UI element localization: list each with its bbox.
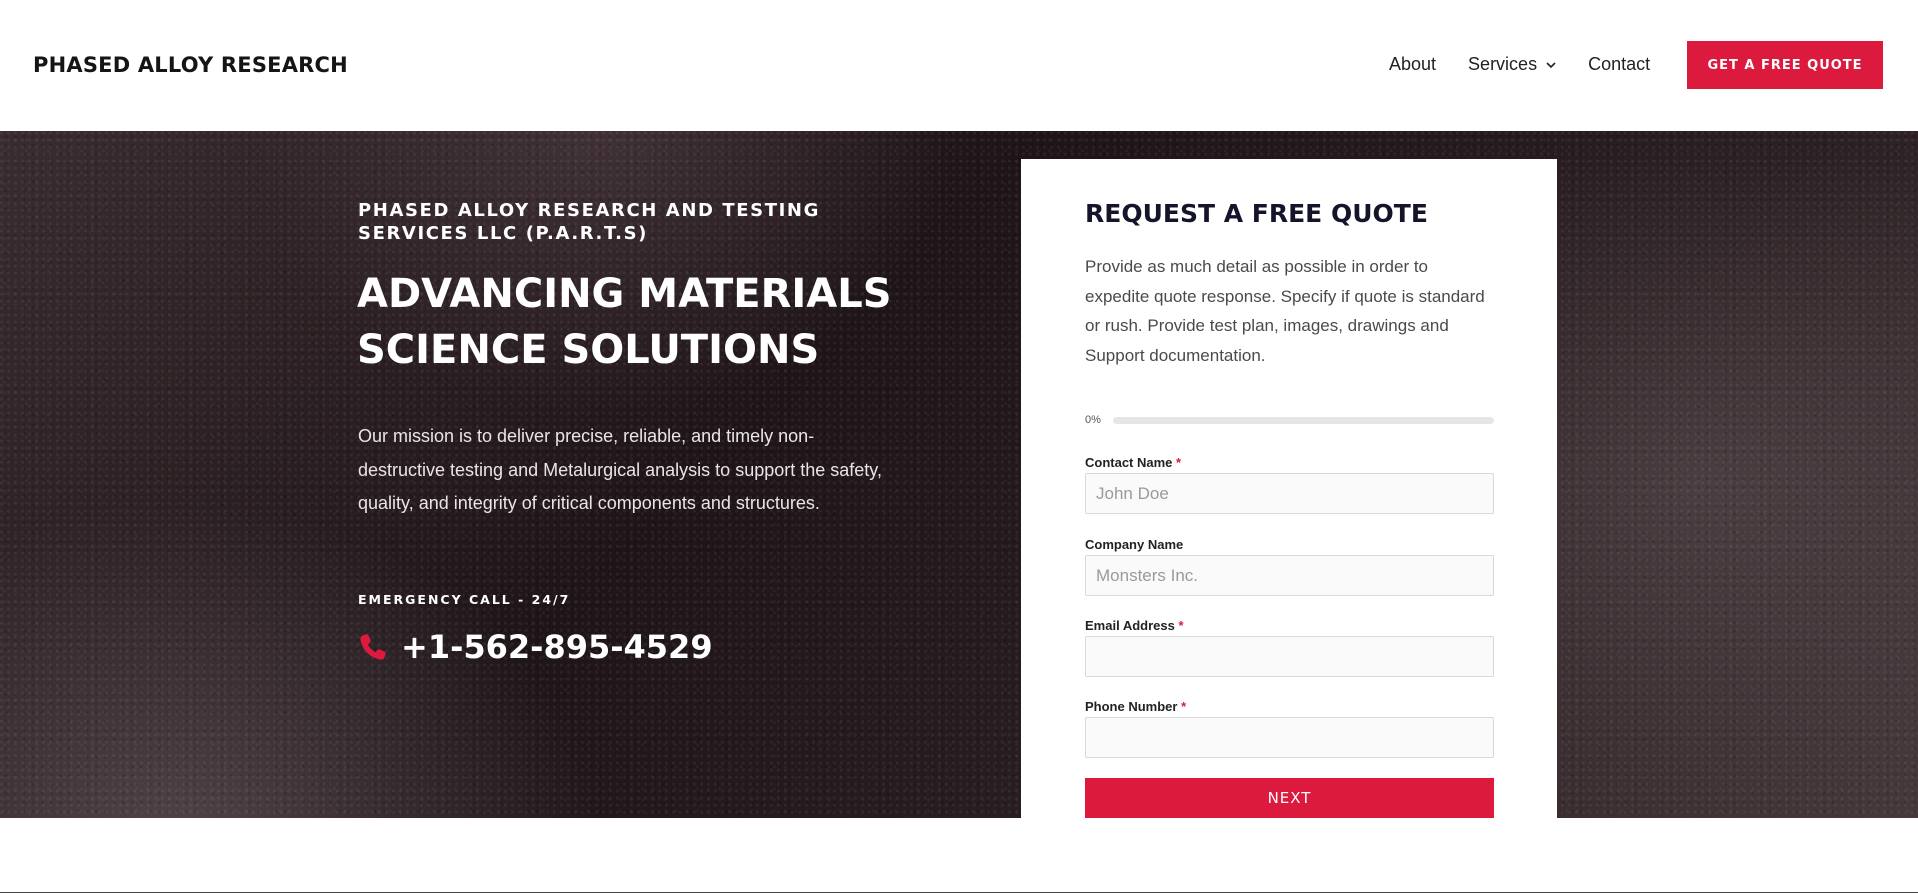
nav-contact[interactable]: Contact xyxy=(1588,54,1650,75)
progress-track xyxy=(1113,416,1494,424)
main-nav: About Services Contact xyxy=(1389,54,1650,75)
nav-about[interactable]: About xyxy=(1389,54,1436,75)
form-progress: 0% xyxy=(1085,414,1494,426)
contact-name-input[interactable] xyxy=(1085,473,1494,514)
mission-statement: Our mission is to deliver precise, relia… xyxy=(358,426,882,513)
progress-label: 0% xyxy=(1085,414,1101,426)
email-field[interactable] xyxy=(1085,636,1494,677)
nav-services-label: Services xyxy=(1468,54,1538,74)
next-button[interactable]: NEXT xyxy=(1085,778,1494,818)
hero-background-texture xyxy=(0,131,1918,818)
site-logo[interactable]: PHASED ALLOY RESEARCH xyxy=(33,53,348,77)
nav-services[interactable]: Services xyxy=(1468,54,1558,75)
chevron-down-icon xyxy=(1546,61,1556,68)
contact-name-label: Contact Name * xyxy=(1085,455,1182,470)
company-name-input[interactable] xyxy=(1085,555,1494,596)
hero-headline: ADVANCING MATERIALS SCIENCE SOLUTIONS xyxy=(357,271,892,373)
phone-number-label: Phone Number * xyxy=(1085,699,1187,714)
hero-section xyxy=(0,131,1918,818)
company-name-label: Company Name xyxy=(1085,537,1184,552)
phone-link[interactable]: +1-562-895-4529 xyxy=(357,628,713,666)
site-header: PHASED ALLOY RESEARCH About Services Con… xyxy=(0,0,1918,131)
phone-icon xyxy=(360,634,386,660)
required-marker: * xyxy=(1178,618,1184,633)
required-marker: * xyxy=(1176,455,1182,470)
phone-number: +1-562-895-4529 xyxy=(401,628,713,666)
get-free-quote-button[interactable]: GET A FREE QUOTE xyxy=(1687,41,1883,89)
form-description: Provide as much detail as possible in or… xyxy=(1085,257,1485,365)
company-eyebrow: PHASED ALLOY RESEARCH AND TESTING SERVIC… xyxy=(358,200,820,244)
emergency-call-label: EMERGENCY CALL - 24/7 xyxy=(358,592,571,607)
email-address-label: Email Address * xyxy=(1085,618,1184,633)
phone-number-input[interactable] xyxy=(1085,717,1494,758)
quote-form-card: REQUEST A FREE QUOTE Provide as much det… xyxy=(1021,159,1557,818)
required-marker: * xyxy=(1181,699,1187,714)
form-title: REQUEST A FREE QUOTE xyxy=(1085,199,1428,228)
